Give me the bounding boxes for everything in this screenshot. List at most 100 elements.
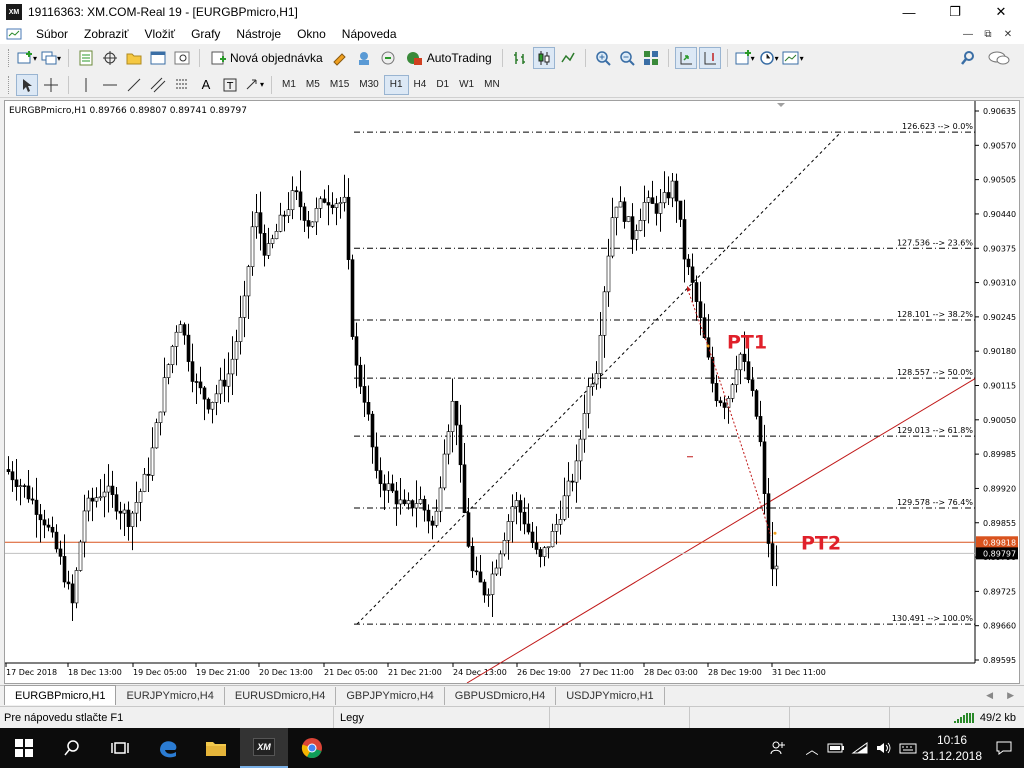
menu-view[interactable]: Zobraziť	[76, 27, 137, 41]
timeframe-mn[interactable]: MN	[479, 75, 505, 95]
terminal-button[interactable]	[147, 47, 169, 69]
line-chart-button[interactable]	[557, 47, 579, 69]
chrome-browser-button[interactable]	[288, 728, 336, 768]
menu-file[interactable]: Súbor	[28, 27, 76, 41]
periods-button[interactable]: ▾	[758, 47, 780, 69]
timeframe-h4[interactable]: H4	[409, 75, 432, 95]
menu-insert[interactable]: Vložiť	[137, 27, 184, 41]
menu-help[interactable]: Nápoveda	[334, 27, 405, 41]
zoom-in-button[interactable]	[592, 47, 614, 69]
toolbar-grip[interactable]	[8, 49, 11, 67]
candlestick-chart-button[interactable]	[532, 47, 555, 69]
battery-icon[interactable]	[824, 742, 848, 754]
timeframe-d1[interactable]: D1	[431, 75, 454, 95]
file-explorer-button[interactable]	[192, 728, 240, 768]
arrows-button[interactable]: ▾	[243, 74, 265, 96]
network-icon[interactable]	[848, 741, 872, 755]
candle-body	[522, 511, 527, 525]
chart-window[interactable]: 0.90635 0.90570 0.90505 0.90440 0.90375 0.903…	[4, 100, 1020, 684]
signals-button[interactable]	[377, 47, 399, 69]
vertical-line-button[interactable]	[75, 74, 97, 96]
mdi-restore-button[interactable]: ⧉	[980, 27, 996, 41]
close-button[interactable]: ✕	[978, 0, 1024, 24]
autotrading-button[interactable]: AutoTrading	[401, 47, 496, 69]
task-view-button[interactable]	[96, 728, 144, 768]
price-chart[interactable]: 0.90635 0.90570 0.90505 0.90440 0.90375 0.903…	[5, 101, 1019, 683]
timeframe-m30[interactable]: M30	[354, 75, 383, 95]
keyboard-icon[interactable]	[896, 741, 920, 755]
xm-terminal-button[interactable]: XM	[240, 728, 288, 768]
text-tool-button[interactable]: A	[195, 74, 217, 96]
horizontal-line-button[interactable]	[99, 74, 121, 96]
chart-shift-button[interactable]	[698, 47, 721, 69]
tab-scroll-left-icon[interactable]: ◀	[986, 690, 993, 701]
search-icon[interactable]	[960, 50, 976, 66]
indicators-button[interactable]: ▾	[734, 47, 756, 69]
crosshair-tool-button[interactable]	[40, 74, 62, 96]
people-icon[interactable]	[766, 740, 790, 756]
menu-tools[interactable]: Nástroje	[228, 27, 289, 41]
candle-body	[190, 361, 195, 382]
search-button[interactable]	[48, 728, 96, 768]
tab-gbpjpy-h4[interactable]: GBPJPYmicro,H4	[336, 687, 445, 705]
text-label-button[interactable]: T	[219, 74, 241, 96]
templates-button[interactable]: ▾	[782, 47, 804, 69]
timeframe-w1[interactable]: W1	[454, 75, 479, 95]
signals-icon	[381, 51, 395, 65]
community-button[interactable]	[353, 47, 375, 69]
candle-body	[306, 220, 311, 227]
new-chart-button[interactable]: ▾	[16, 47, 38, 69]
cursor-tool-button[interactable]	[16, 73, 38, 96]
edge-browser-button[interactable]	[144, 728, 192, 768]
data-window-button[interactable]	[99, 47, 121, 69]
candle-body	[26, 485, 31, 500]
candle-body	[490, 573, 495, 595]
market-watch-button[interactable]	[75, 47, 97, 69]
timeframe-m1[interactable]: M1	[277, 75, 301, 95]
profiles-button[interactable]: ▾	[40, 47, 62, 69]
candle-body	[630, 216, 635, 240]
tab-eurjpy-h4[interactable]: EURJPYmicro,H4	[116, 687, 225, 705]
mdi-close-button[interactable]: ✕	[1000, 27, 1016, 41]
menu-charts[interactable]: Grafy	[183, 27, 228, 41]
zoom-out-button[interactable]	[616, 47, 638, 69]
tab-eurusd-h4[interactable]: EURUSDmicro,H4	[225, 687, 337, 705]
fibonacci-button[interactable]	[171, 74, 193, 96]
candle-body	[342, 196, 347, 203]
show-hidden-icons-icon[interactable]: ︿	[800, 739, 824, 758]
system-tray: ︿ 10:16 31.12.2018	[766, 728, 1024, 768]
new-order-icon	[211, 51, 226, 65]
candle-body	[222, 379, 227, 387]
toolbar-grip[interactable]	[8, 75, 11, 94]
clock[interactable]: 10:16 31.12.2018	[920, 732, 984, 764]
action-center-icon[interactable]	[984, 740, 1024, 756]
navigator-button[interactable]	[123, 47, 145, 69]
tile-windows-button[interactable]	[640, 47, 662, 69]
maximize-button[interactable]: ❐	[932, 0, 978, 24]
tab-scroll-right-icon[interactable]: ▶	[1007, 690, 1014, 701]
timeframe-m5[interactable]: M5	[301, 75, 325, 95]
equidistant-channel-button[interactable]	[147, 74, 169, 96]
timeframe-m15[interactable]: M15	[325, 75, 354, 95]
trendline-button[interactable]	[123, 74, 145, 96]
mdi-minimize-button[interactable]: —	[960, 27, 976, 41]
menu-window[interactable]: Okno	[289, 27, 334, 41]
tab-eurgbp-h1[interactable]: EURGBPmicro,H1	[4, 685, 117, 705]
candle-body	[494, 567, 499, 575]
tester-button[interactable]	[171, 47, 193, 69]
meta-editor-button[interactable]	[329, 47, 351, 69]
timeframe-h1[interactable]: H1	[383, 74, 409, 95]
start-button[interactable]	[0, 728, 48, 768]
windows-logo-icon	[15, 739, 33, 757]
tab-gbpusd-h4[interactable]: GBPUSDmicro,H4	[445, 687, 557, 705]
auto-scroll-button[interactable]	[674, 47, 697, 69]
bar-chart-button[interactable]	[509, 47, 531, 69]
candle-body	[290, 190, 295, 211]
new-order-button[interactable]: Nová objednávka	[206, 47, 327, 69]
volume-icon[interactable]	[872, 741, 896, 755]
minimize-button[interactable]: —	[886, 0, 932, 24]
connection-status-icon[interactable]	[953, 712, 976, 724]
chat-icon[interactable]	[988, 50, 1010, 66]
candle-body	[438, 487, 443, 512]
tab-usdjpy-h1[interactable]: USDJPYmicro,H1	[556, 687, 665, 705]
